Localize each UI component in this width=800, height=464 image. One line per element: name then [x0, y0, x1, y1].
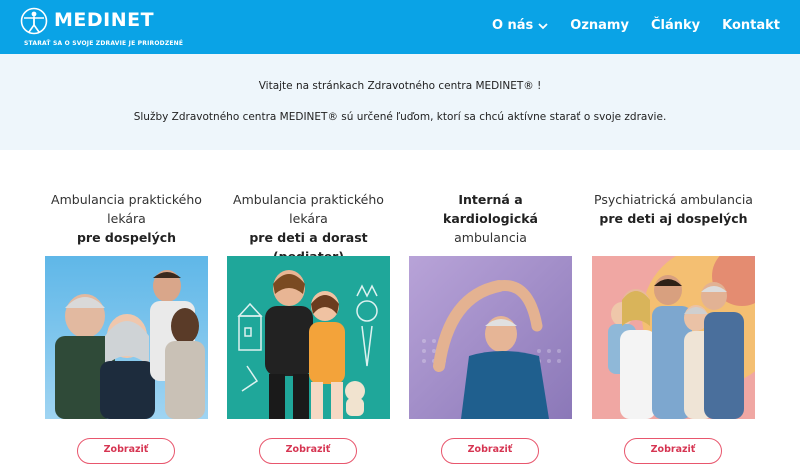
- nav-item-label: Články: [650, 18, 701, 33]
- nav-item-clanky[interactable]: Články: [651, 18, 700, 33]
- family-photo-illustration: [45, 256, 208, 419]
- card-title: Ambulancia praktického lekára pre deti a…: [227, 190, 390, 264]
- card-title-normal: Ambulancia praktického lekára: [51, 192, 202, 226]
- welcome-banner: Vitajte na stránkach Zdravotného centra …: [0, 54, 800, 150]
- card-title-bold: pre dospelých: [76, 230, 177, 245]
- card-photo-elderly-couple[interactable]: [45, 256, 208, 419]
- card-title-normal: ambulancia: [454, 230, 527, 245]
- nav-item-label: Oznamy: [570, 18, 629, 33]
- show-button[interactable]: Zobraziť: [77, 438, 175, 464]
- chevron-down-icon: [538, 22, 548, 29]
- senior-exercise-illustration: [409, 256, 572, 419]
- show-button[interactable]: Zobraziť: [441, 438, 539, 464]
- site-logo[interactable]: MEDINET STARAŤ SA O SVOJE ZDRAVIE JE PRI…: [20, 5, 183, 51]
- logo-tagline: STARAŤ SA O SVOJE ZDRAVIE JE PRIRODZENÉ: [24, 40, 184, 47]
- card-title-normal: Ambulancia praktického lekára: [233, 192, 384, 226]
- service-card-psychiatry: Psychiatrická ambulancia pre deti aj dos…: [592, 190, 755, 464]
- nav-item-label: O nás: [491, 18, 534, 33]
- main-nav: O nás Oznamy Články Kontakt: [492, 18, 780, 33]
- site-header: MEDINET STARAŤ SA O SVOJE ZDRAVIE JE PRI…: [0, 0, 800, 54]
- card-title: Psychiatrická ambulancia pre deti aj dos…: [592, 190, 755, 252]
- nav-item-oznamy[interactable]: Oznamy: [570, 18, 629, 33]
- logo-text: MEDINET: [54, 9, 155, 31]
- show-button[interactable]: Zobraziť: [624, 438, 722, 464]
- service-card-adults: Ambulancia praktického lekára pre dospel…: [45, 190, 208, 464]
- welcome-heading: Vitajte na stránkach Zdravotného centra …: [258, 80, 542, 92]
- nav-item-kontakt[interactable]: Kontakt: [722, 18, 780, 33]
- nav-item-o-nas[interactable]: O nás: [492, 18, 548, 33]
- children-photo-illustration: [227, 256, 390, 419]
- card-title: Interná a kardiologická ambulancia: [409, 190, 572, 252]
- card-title-bold: Interná a kardiologická: [443, 192, 538, 226]
- card-title-normal: Psychiatrická ambulancia: [594, 192, 753, 207]
- card-photo-children[interactable]: [227, 256, 390, 419]
- nav-item-label: Kontakt: [722, 18, 780, 33]
- card-photo-senior-stretching[interactable]: [409, 256, 572, 419]
- service-card-children: Ambulancia praktického lekára pre deti a…: [227, 190, 390, 464]
- vitruvian-man-icon: [20, 7, 48, 35]
- service-card-cardiology: Interná a kardiologická ambulancia Zobra…: [409, 190, 572, 464]
- family-group-illustration: [592, 256, 755, 419]
- welcome-subtext: Služby Zdravotného centra MEDINET® sú ur…: [133, 111, 667, 123]
- card-photo-family[interactable]: [592, 256, 755, 419]
- show-button[interactable]: Zobraziť: [259, 438, 357, 464]
- card-title: Ambulancia praktického lekára pre dospel…: [45, 190, 208, 252]
- card-title-bold: pre deti aj dospelých: [599, 211, 748, 226]
